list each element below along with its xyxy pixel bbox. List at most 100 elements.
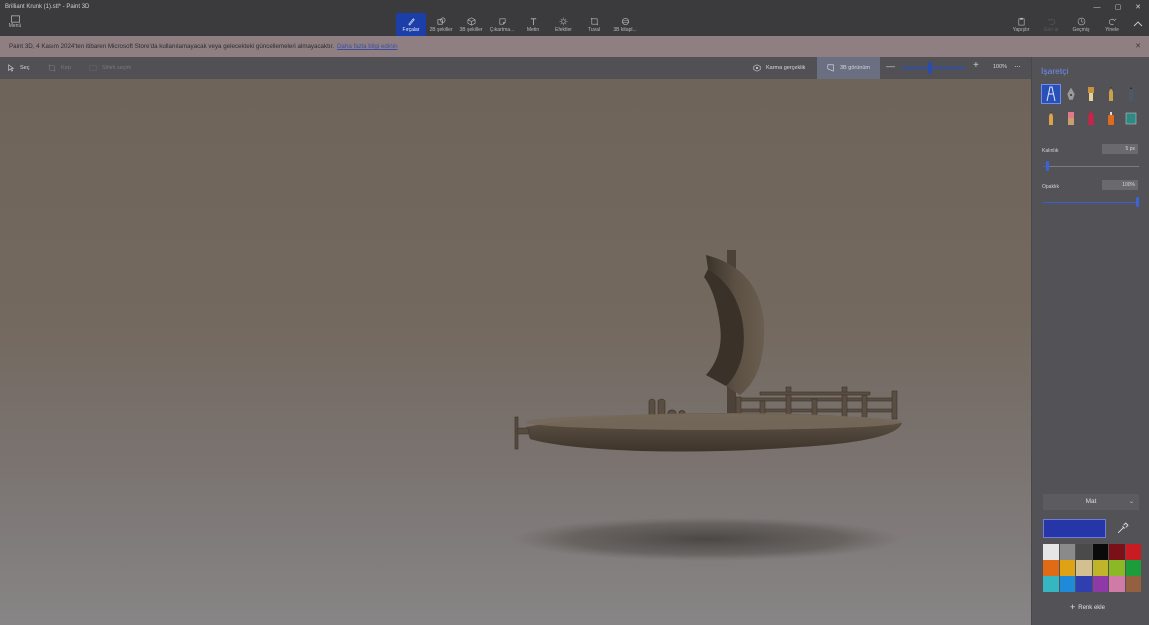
redo-button[interactable]: Yinele xyxy=(1102,13,1122,36)
mixed-reality-button[interactable]: Karma gerçeklik xyxy=(753,57,805,79)
color-swatch[interactable] xyxy=(1059,544,1075,560)
color-swatch[interactable] xyxy=(1109,576,1125,592)
color-swatch[interactable] xyxy=(1092,576,1108,592)
color-swatch[interactable] xyxy=(1125,544,1141,560)
brush-pencil[interactable] xyxy=(1042,109,1060,127)
color-swatch[interactable] xyxy=(1076,560,1092,576)
tab-3d-shapes[interactable]: 3B şekiller xyxy=(457,13,485,36)
color-swatch[interactable] xyxy=(1043,544,1059,560)
3d-canvas[interactable] xyxy=(0,79,1031,625)
effects-icon xyxy=(559,16,568,26)
boat-shadow xyxy=(512,517,902,561)
thickness-input[interactable]: 5 px xyxy=(1102,144,1138,154)
thickness-slider[interactable] xyxy=(1043,161,1139,171)
3d-shapes-icon xyxy=(467,17,475,25)
thickness-slider-thumb[interactable] xyxy=(1046,161,1050,171)
color-swatch[interactable] xyxy=(1076,544,1092,560)
color-swatch[interactable] xyxy=(1092,560,1108,576)
color-swatch[interactable] xyxy=(1125,560,1141,576)
color-swatch[interactable] xyxy=(1109,560,1125,576)
learn-more-link[interactable]: Daha fazla bilgi edinin xyxy=(337,43,398,50)
brush-pixel-pen[interactable] xyxy=(1122,85,1140,103)
history-label: Geçmiş xyxy=(1072,26,1090,33)
oil-brush-icon xyxy=(1088,87,1094,101)
collapse-toolbar-icon[interactable] xyxy=(1133,20,1143,28)
brush-marker[interactable] xyxy=(1041,84,1061,104)
more-options-button[interactable]: ··· xyxy=(1014,62,1021,71)
sub-toolbar: Seç Kırp Sihirli seçim Karma gerçeklik 3… xyxy=(0,57,1031,79)
notification-close-button[interactable]: ✕ xyxy=(1135,42,1141,50)
pixel-pen-icon xyxy=(1129,87,1133,101)
tab-effects[interactable]: Efektler xyxy=(551,13,576,36)
magic-select-button[interactable]: Sihirli seçim xyxy=(89,57,131,79)
brush-eraser[interactable] xyxy=(1062,109,1080,127)
color-swatch[interactable] xyxy=(1125,576,1141,592)
paint3d-window: Brilliant Krunk (1).stl* - Paint 3D — ▢ … xyxy=(0,0,1149,625)
3d-view-button[interactable]: 3B görünüm xyxy=(817,57,880,79)
cursor-icon xyxy=(8,64,15,72)
minimize-button[interactable]: — xyxy=(1092,3,1102,12)
history-button[interactable]: Geçmiş xyxy=(1070,13,1092,36)
canvas-icon xyxy=(590,17,598,25)
crop-button[interactable]: Kırp xyxy=(48,57,71,79)
notification-text: Paint 3D, 4 Kasım 2024'ten itibaren Micr… xyxy=(9,43,334,50)
brush-oil[interactable] xyxy=(1082,85,1100,103)
color-swatch[interactable] xyxy=(1043,560,1059,576)
tab-brushes[interactable]: Fırçalar xyxy=(396,13,426,36)
3d-boat-model[interactable] xyxy=(514,250,902,452)
menu-button[interactable]: Menü xyxy=(4,15,26,35)
2d-shapes-icon xyxy=(437,17,445,25)
zoom-slider-thumb[interactable] xyxy=(928,62,933,74)
tab-label: Efektler xyxy=(555,26,572,33)
tab-canvas[interactable]: Tuval xyxy=(584,13,604,36)
opacity-slider-thumb[interactable] xyxy=(1136,197,1139,207)
top-toolbar: Brilliant Krunk (1).stl* - Paint 3D — ▢ … xyxy=(0,0,1149,36)
tab-3d-library[interactable]: 3B kitapl... xyxy=(610,13,640,36)
3d-view-label: 3B görünüm xyxy=(840,65,870,71)
brush-calligraphy-pen[interactable] xyxy=(1062,85,1080,103)
select-button[interactable]: Seç xyxy=(7,57,29,79)
finish-dropdown[interactable]: Mat ⌄ xyxy=(1043,494,1139,510)
finish-value: Mat xyxy=(1085,498,1097,505)
3d-scene xyxy=(512,250,902,561)
color-swatch[interactable] xyxy=(1109,544,1125,560)
tab-stickers[interactable]: Çıkartma... xyxy=(487,13,517,36)
text-icon xyxy=(530,17,536,25)
color-swatch[interactable] xyxy=(1059,576,1075,592)
brush-spray-can[interactable] xyxy=(1102,109,1120,127)
3d-view-icon xyxy=(827,64,834,72)
color-swatch[interactable] xyxy=(1059,560,1075,576)
add-color-button[interactable]: + Renk ekle xyxy=(1070,601,1105,612)
opacity-slider[interactable] xyxy=(1043,197,1139,207)
tab-label: Çıkartma... xyxy=(489,26,515,33)
undo-button[interactable]: Geri al xyxy=(1041,13,1061,36)
fill-icon xyxy=(1125,112,1137,125)
brush-watercolor[interactable] xyxy=(1102,85,1120,103)
zoom-in-button[interactable]: + xyxy=(973,60,979,71)
close-button[interactable]: ✕ xyxy=(1133,3,1143,12)
opacity-input[interactable]: 100% xyxy=(1102,180,1138,190)
brush-crayon[interactable] xyxy=(1082,109,1100,127)
color-palette xyxy=(1043,544,1141,592)
crop-label: Kırp xyxy=(61,65,72,71)
brush-fill[interactable] xyxy=(1122,109,1140,127)
tab-label: Fırçalar xyxy=(402,26,420,33)
zoom-slider[interactable] xyxy=(902,67,965,69)
zoom-out-button[interactable]: — xyxy=(886,61,895,71)
maximize-button[interactable]: ▢ xyxy=(1113,3,1123,12)
eyedropper-icon[interactable] xyxy=(1116,522,1129,535)
undo-label: Geri al xyxy=(1043,26,1059,33)
color-swatch[interactable] xyxy=(1092,544,1108,560)
color-swatch[interactable] xyxy=(1076,576,1092,592)
thickness-label: Kalınlık xyxy=(1042,148,1059,154)
tab-2d-shapes[interactable]: 2B şekiller xyxy=(427,13,455,36)
color-swatch[interactable] xyxy=(1043,576,1059,592)
tab-text[interactable]: Metin xyxy=(522,13,544,36)
brush-icon xyxy=(407,17,415,26)
tab-label: Metin xyxy=(526,26,540,33)
paste-button[interactable]: Yapıştır xyxy=(1010,13,1032,36)
tab-label: 3B şekiller xyxy=(459,26,483,33)
current-color-swatch[interactable] xyxy=(1043,519,1106,538)
hull-deck xyxy=(526,414,902,430)
zoom-value: 100% xyxy=(993,64,1008,70)
